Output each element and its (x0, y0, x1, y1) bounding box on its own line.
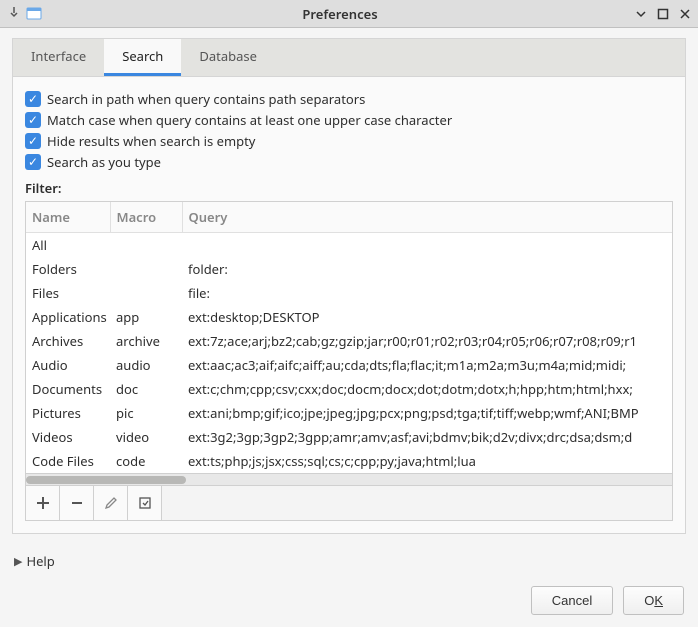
cell-query: ext:desktop;DESKTOP (182, 305, 672, 329)
filter-button-bar (25, 486, 673, 521)
cell-name: Files (26, 281, 110, 305)
check-label: Search as you type (47, 153, 161, 171)
cell-macro: archive (110, 329, 182, 353)
edit-filter-button[interactable] (94, 486, 128, 520)
cell-query (182, 233, 672, 258)
checkbox-icon[interactable]: ✓ (25, 112, 41, 128)
tab-search[interactable]: Search (104, 39, 181, 76)
help-label: Help (26, 552, 54, 570)
cell-name: Audio (26, 353, 110, 377)
cell-query: ext:ts;php;js;jsx;css;sql;cs;c;cpp;py;ja… (182, 449, 672, 473)
cell-query: ext:aac;ac3;aif;aifc;aiff;au;cda;dts;fla… (182, 353, 672, 377)
check-match-case[interactable]: ✓ Match case when query contains at leas… (25, 111, 673, 129)
pin-icon[interactable] (6, 6, 22, 22)
cell-macro: code (110, 449, 182, 473)
table-row[interactable]: Applicationsappext:desktop;DESKTOP (26, 305, 672, 329)
tabs: Interface Search Database (12, 38, 686, 76)
cell-query: ext:c;chm;cpp;csv;cxx;doc;docm;docx;dot;… (182, 377, 672, 401)
cell-name: Folders (26, 257, 110, 281)
tab-interface[interactable]: Interface (13, 39, 104, 76)
cell-name: Videos (26, 425, 110, 449)
cell-macro (110, 233, 182, 258)
check-path-separators[interactable]: ✓ Search in path when query contains pat… (25, 90, 673, 108)
col-macro[interactable]: Macro (110, 202, 182, 233)
table-row[interactable]: Documentsdocext:c;chm;cpp;csv;cxx;doc;do… (26, 377, 672, 401)
tab-database[interactable]: Database (181, 39, 275, 76)
cell-query: file: (182, 281, 672, 305)
maximize-icon[interactable] (656, 7, 670, 21)
cell-name: Code Files (26, 449, 110, 473)
scrollbar-thumb[interactable] (26, 476, 186, 484)
cell-name: Documents (26, 377, 110, 401)
check-label: Hide results when search is empty (47, 132, 255, 150)
cell-macro: pic (110, 401, 182, 425)
checkbox-icon[interactable]: ✓ (25, 133, 41, 149)
cell-query: ext:7z;ace;arj;bz2;cab;gz;gzip;jar;r00;r… (182, 329, 672, 353)
cell-macro (110, 257, 182, 281)
check-hide-empty[interactable]: ✓ Hide results when search is empty (25, 132, 673, 150)
cell-name: All (26, 233, 110, 258)
app-icon (26, 6, 42, 22)
panel-search: ✓ Search in path when query contains pat… (12, 76, 686, 534)
cell-query: ext:ani;bmp;gif;ico;jpe;jpeg;jpg;pcx;png… (182, 401, 672, 425)
check-label: Search in path when query contains path … (47, 90, 365, 108)
filter-table: Name Macro Query AllFolders folder: Files f… (25, 201, 673, 486)
cell-macro: video (110, 425, 182, 449)
horizontal-scrollbar[interactable] (26, 473, 672, 485)
col-name[interactable]: Name (26, 202, 110, 233)
table-row[interactable]: Audioaudioext:aac;ac3;aif;aifc;aiff;au;c… (26, 353, 672, 377)
table-row[interactable]: All (26, 233, 672, 258)
cell-macro: doc (110, 377, 182, 401)
help-expander[interactable]: ▶ Help (0, 544, 698, 578)
check-search-as-you-type[interactable]: ✓ Search as you type (25, 153, 673, 171)
dialog-footer: Cancel OK (0, 578, 698, 627)
cell-name: Archives (26, 329, 110, 353)
table-row[interactable]: Videosvideoext:3g2;3gp;3gp2;3gpp;amr;amv… (26, 425, 672, 449)
col-query[interactable]: Query (182, 202, 672, 233)
cell-query: folder: (182, 257, 672, 281)
titlebar: Preferences (0, 0, 698, 28)
minimize-icon[interactable] (634, 7, 648, 21)
cell-name: Pictures (26, 401, 110, 425)
close-icon[interactable] (678, 7, 692, 21)
chevron-right-icon: ▶ (14, 554, 22, 569)
cancel-button[interactable]: Cancel (531, 586, 613, 615)
cell-macro: audio (110, 353, 182, 377)
table-row[interactable]: Folders folder: (26, 257, 672, 281)
check-label: Match case when query contains at least … (47, 111, 452, 129)
table-row[interactable]: Code Filescodeext:ts;php;js;jsx;css;sql;… (26, 449, 672, 473)
table-row[interactable]: Files file: (26, 281, 672, 305)
cell-name: Applications (26, 305, 110, 329)
table-row[interactable]: Archivesarchiveext:7z;ace;arj;bz2;cab;gz… (26, 329, 672, 353)
add-filter-button[interactable] (26, 486, 60, 520)
cell-query: ext:3g2;3gp;3gp2;3gpp;amr;amv;asf;avi;bd… (182, 425, 672, 449)
checkbox-icon[interactable]: ✓ (25, 154, 41, 170)
table-row[interactable]: Picturespicext:ani;bmp;gif;ico;jpe;jpeg;… (26, 401, 672, 425)
window-title: Preferences (46, 5, 634, 23)
remove-filter-button[interactable] (60, 486, 94, 520)
checkbox-icon[interactable]: ✓ (25, 91, 41, 107)
cell-macro (110, 281, 182, 305)
cell-macro: app (110, 305, 182, 329)
ok-button[interactable]: OK (623, 586, 684, 615)
filter-heading: Filter: (25, 179, 673, 197)
reset-filters-button[interactable] (128, 486, 162, 520)
